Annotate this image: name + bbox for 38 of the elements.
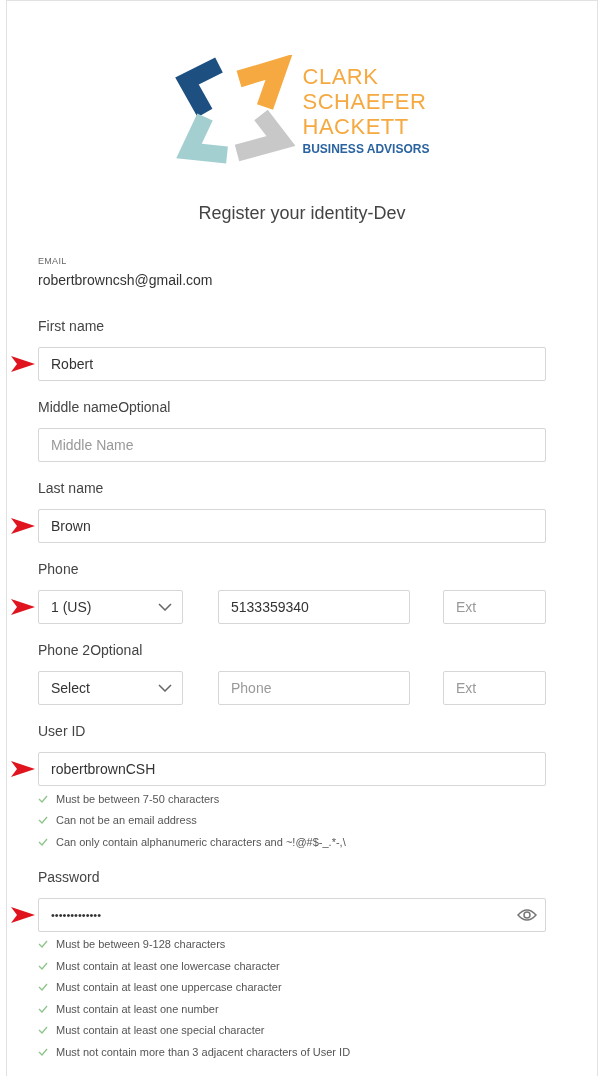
logo-text: HACKETT	[302, 113, 409, 139]
rule-text: Must contain at least one number	[56, 1002, 219, 1015]
text-field[interactable]: Brown	[38, 509, 546, 543]
country-select[interactable]: 1 (US)	[38, 590, 183, 624]
field-label: First name	[38, 317, 106, 336]
email-label: EMAIL	[38, 255, 68, 267]
eye-icon[interactable]	[517, 907, 537, 922]
rule-text: Must contain at least one special character	[56, 1024, 265, 1037]
field-label: User ID	[38, 722, 87, 741]
rule-text: Can not be an email address	[56, 814, 197, 827]
password-field[interactable]: •••••••••••••	[38, 897, 546, 932]
field-label: Phone 2Optional	[38, 641, 144, 660]
country-select[interactable]: Select	[38, 671, 183, 705]
phone-field[interactable]: 5133359340	[218, 590, 410, 624]
text-field[interactable]: Robert	[38, 347, 546, 381]
text-field[interactable]: Middle Name	[38, 428, 546, 462]
logo-text: SCHAEFER	[302, 88, 427, 114]
email-value: robertbrowncsh@gmail.com	[38, 271, 214, 289]
logo-text: CLARK	[302, 63, 379, 89]
chevron-down-icon	[158, 684, 172, 692]
logo-tagline: BUSINESS ADVISORS	[302, 140, 430, 157]
text-field[interactable]: robertbrownCSH	[38, 752, 546, 786]
rule-text: Must not contain more than 3 adjacent characters of User ID	[56, 1045, 351, 1058]
field-label: Middle nameOptional	[38, 398, 172, 417]
phone-field[interactable]: Phone	[218, 671, 410, 705]
field-label: Last name	[38, 479, 105, 498]
ext-field[interactable]: Ext	[443, 671, 546, 705]
rule-text: Must be between 7-50 characters	[56, 792, 220, 805]
rule-text: Can only contain alphanumeric characters and ~!@#$-_.*-,\	[56, 835, 346, 848]
chevron-down-icon	[158, 603, 172, 611]
field-label: Password	[38, 867, 101, 887]
logo-mark-icon	[174, 55, 295, 165]
ext-field[interactable]: Ext	[443, 590, 546, 624]
rule-text: Must be between 9-128 characters	[56, 938, 226, 951]
field-label: Phone	[38, 560, 80, 579]
rule-text: Must contain at least one lowercase character	[56, 959, 280, 972]
page-title: Register your identity-Dev	[197, 202, 407, 224]
rule-text: Must contain at least one uppercase character	[56, 981, 282, 994]
